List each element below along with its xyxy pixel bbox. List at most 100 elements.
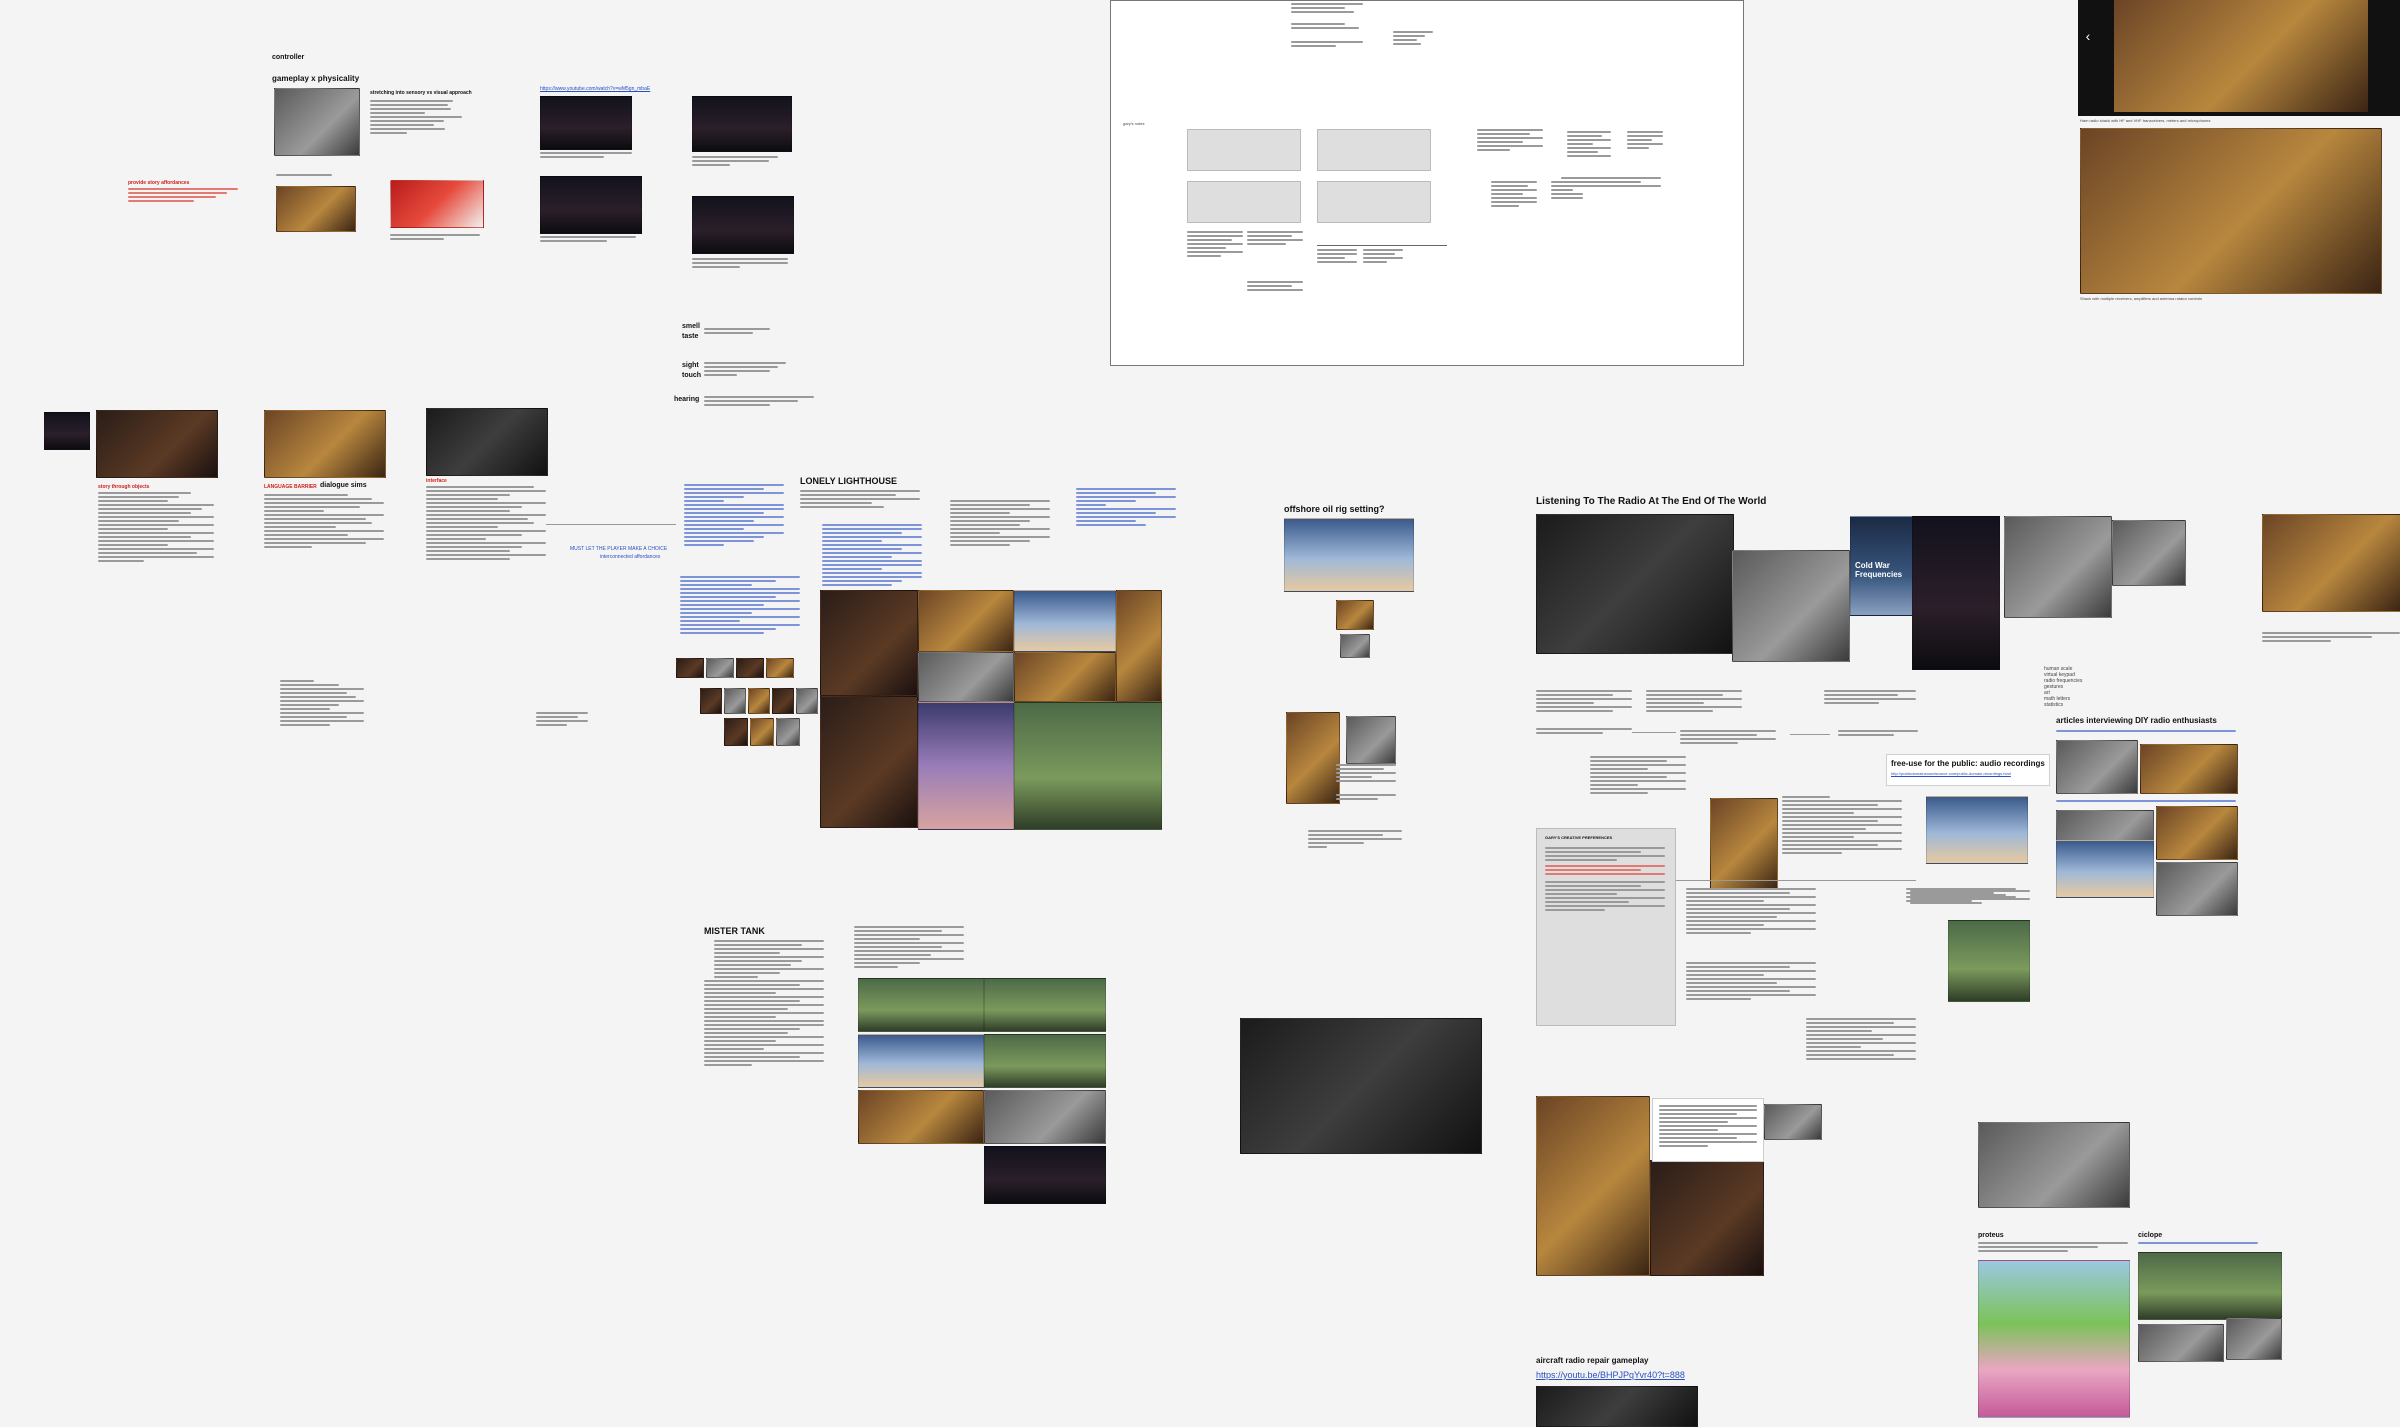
aircraft-youtube-link[interactable]: https://youtu.be/BHPJPqYvr40?t=888 [1536,1370,1685,1380]
note-paragraph [1686,888,1816,936]
game-screenshot[interactable] [540,176,642,234]
book-title: Cold War Frequencies [1855,561,1903,579]
ham-shack-photo[interactable] [2114,0,2368,112]
note-paragraph [704,362,786,378]
note-paragraph [1536,728,1632,736]
proteus-screenshot[interactable] [1978,1260,2130,1418]
note-paragraph [822,524,922,588]
shack-photo[interactable] [2004,516,2112,618]
note-paragraph [704,328,786,336]
shack-photo[interactable] [2112,520,2186,586]
note-paragraph [1308,830,1402,850]
article-photo[interactable] [2156,806,2238,860]
aircraft-video-thumbnail[interactable] [1536,1386,1698,1427]
abstract-image[interactable] [390,180,484,228]
tank-mood-board[interactable] [858,978,1106,1204]
connector-arrow [1790,734,1830,735]
diagram-image[interactable] [1346,716,1396,764]
free-use-card[interactable]: free-use for the public: audio recording… [1886,754,2050,786]
embedded-board[interactable]: gary's notes [1110,0,1744,366]
game-room-screenshot[interactable] [96,410,218,478]
label-gary-preferences: GARY'S CREATIVE PREFERENCES [1545,835,1613,840]
game-screenshot[interactable] [692,96,792,152]
note-paragraph [2262,632,2400,644]
video-thumbnail[interactable] [540,96,632,150]
article-photo[interactable] [2140,744,2238,794]
youtube-link[interactable]: https://www.youtube.com/watch?v=wM5gn_mb… [540,86,650,92]
note-paragraph [128,188,238,204]
amplifier-photo[interactable] [2262,514,2400,612]
article-photo[interactable] [2056,740,2138,794]
portable-radio-photo[interactable] [1732,550,1850,662]
gary-preferences-card: GARY'S CREATIVE PREFERENCES [1536,828,1676,1026]
article-photo[interactable] [2056,840,2154,898]
small-rig-image[interactable] [1340,634,1370,658]
radio-panel-photo[interactable] [1536,514,1734,654]
note-card [1187,129,1301,171]
note-card [1317,129,1431,171]
text-document[interactable] [1652,1098,1764,1162]
screenshot-image[interactable] [274,88,360,156]
note-paragraph [280,680,364,728]
workshop-photo[interactable] [1650,1160,1764,1276]
label-provide-affordances: provide story affordances [128,180,190,186]
note-paragraph [426,486,546,562]
note-paragraph [1838,730,1918,738]
sense-sight: sight [682,362,699,369]
lighthouse-mood-board[interactable] [820,590,1162,830]
cold-war-book[interactable]: Cold War Frequencies [1850,516,1914,616]
interface-screenshot[interactable] [426,408,548,476]
note-card [1187,181,1301,223]
note-paragraph [1910,890,2030,906]
note-paragraph [800,490,920,510]
side-list: human scale virtual keypad radio frequenci… [2044,666,2083,708]
game-screenshot[interactable] [692,196,794,254]
small-screenshot[interactable] [44,412,90,450]
note-paragraph [276,174,356,178]
note-paragraph [692,156,788,168]
section-ciclope: ciclope [2138,1232,2163,1239]
connector-arrow [546,524,676,525]
small-rig-image[interactable] [1336,600,1374,630]
proteus-screenshot-ui[interactable] [1978,1122,2130,1208]
note-paragraph [264,494,384,550]
label-story-objects: story through objects [98,484,150,490]
ham-shack-photo-2[interactable] [2080,128,2382,294]
note-paragraph [714,940,824,980]
label-garys-notes: gary's notes [1123,121,1145,126]
thumbnail-grid[interactable] [676,658,818,750]
section-aircraft: aircraft radio repair gameplay [1536,1356,1649,1365]
landscape-photo[interactable] [1948,920,2030,1002]
note-paragraph [1978,1242,2128,1254]
note-paragraph [1336,764,1396,784]
note-paragraph [98,492,214,564]
ciclope-screenshot[interactable] [2226,1318,2282,1360]
note-paragraph [1824,690,1916,706]
window-view-photo[interactable] [1710,798,1778,890]
article-photo[interactable] [2156,862,2238,916]
landscape-photo[interactable] [1926,796,2028,864]
machinery-photo[interactable] [1240,1018,1482,1154]
oil-rig-photo[interactable] [1284,518,1414,592]
note-paragraph [854,926,964,970]
gallery-prev-icon[interactable]: ‹ [2080,28,2096,44]
connector-arrow [1676,880,1916,881]
ciclope-screenshot[interactable] [2138,1324,2224,1362]
section-listening: Listening To The Radio At The End Of The… [1536,496,1767,507]
link-list[interactable] [2056,730,2236,734]
workshop-photo[interactable] [1536,1096,1650,1276]
free-use-link[interactable]: http://publicdomainsoundsource.com/publi… [1891,771,2011,776]
diagram-image[interactable] [1764,1104,1822,1140]
radio-room-photo[interactable] [1912,516,2000,670]
ciclope-screenshot[interactable] [2138,1252,2282,1320]
link-list[interactable] [2138,1242,2258,1246]
note-paragraph [1782,796,1902,856]
photo-gallery-top[interactable]: ‹ [2078,0,2400,116]
lantern-image[interactable] [1286,712,1340,804]
device-image[interactable] [276,186,356,232]
character-screenshot[interactable] [264,410,386,478]
section-proteus: proteus [1978,1232,2004,1239]
label-interconnect: interconnected affordances [600,554,661,560]
link-list[interactable] [2056,800,2236,804]
note-paragraph [1806,1018,1916,1062]
